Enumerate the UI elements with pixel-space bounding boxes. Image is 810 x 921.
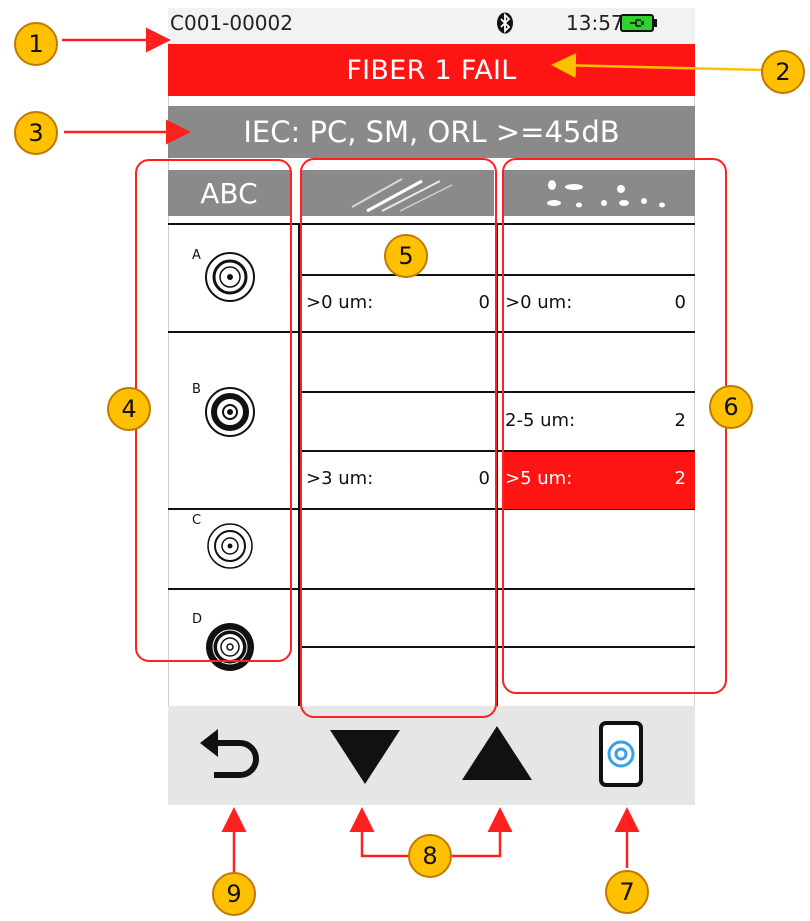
up-triangle-icon[interactable]	[460, 724, 534, 784]
callout-2: 2	[761, 50, 805, 94]
defects-highlight-box	[502, 158, 727, 694]
callout-3: 3	[14, 111, 58, 155]
callout-8: 8	[408, 834, 452, 878]
clock: 13:57	[566, 11, 624, 35]
callout-7: 7	[605, 870, 649, 914]
callout-4: 4	[107, 387, 151, 431]
test-standard: IEC: PC, SM, ORL >=45dB	[168, 106, 695, 158]
bluetooth-icon	[497, 12, 513, 34]
back-arrow-icon[interactable]	[198, 725, 268, 785]
callout-9: 9	[212, 872, 256, 916]
callout-6: 6	[709, 385, 753, 429]
device-id: C001-00002	[170, 11, 293, 35]
zones-highlight-box	[135, 159, 292, 662]
result-banner: FIBER 1 FAIL	[168, 44, 695, 96]
callout-5: 5	[384, 234, 428, 278]
battery-charging-icon	[620, 14, 657, 32]
callout-1: 1	[14, 22, 58, 66]
fiber-view-icon[interactable]	[598, 720, 644, 788]
down-triangle-icon[interactable]	[328, 726, 402, 786]
